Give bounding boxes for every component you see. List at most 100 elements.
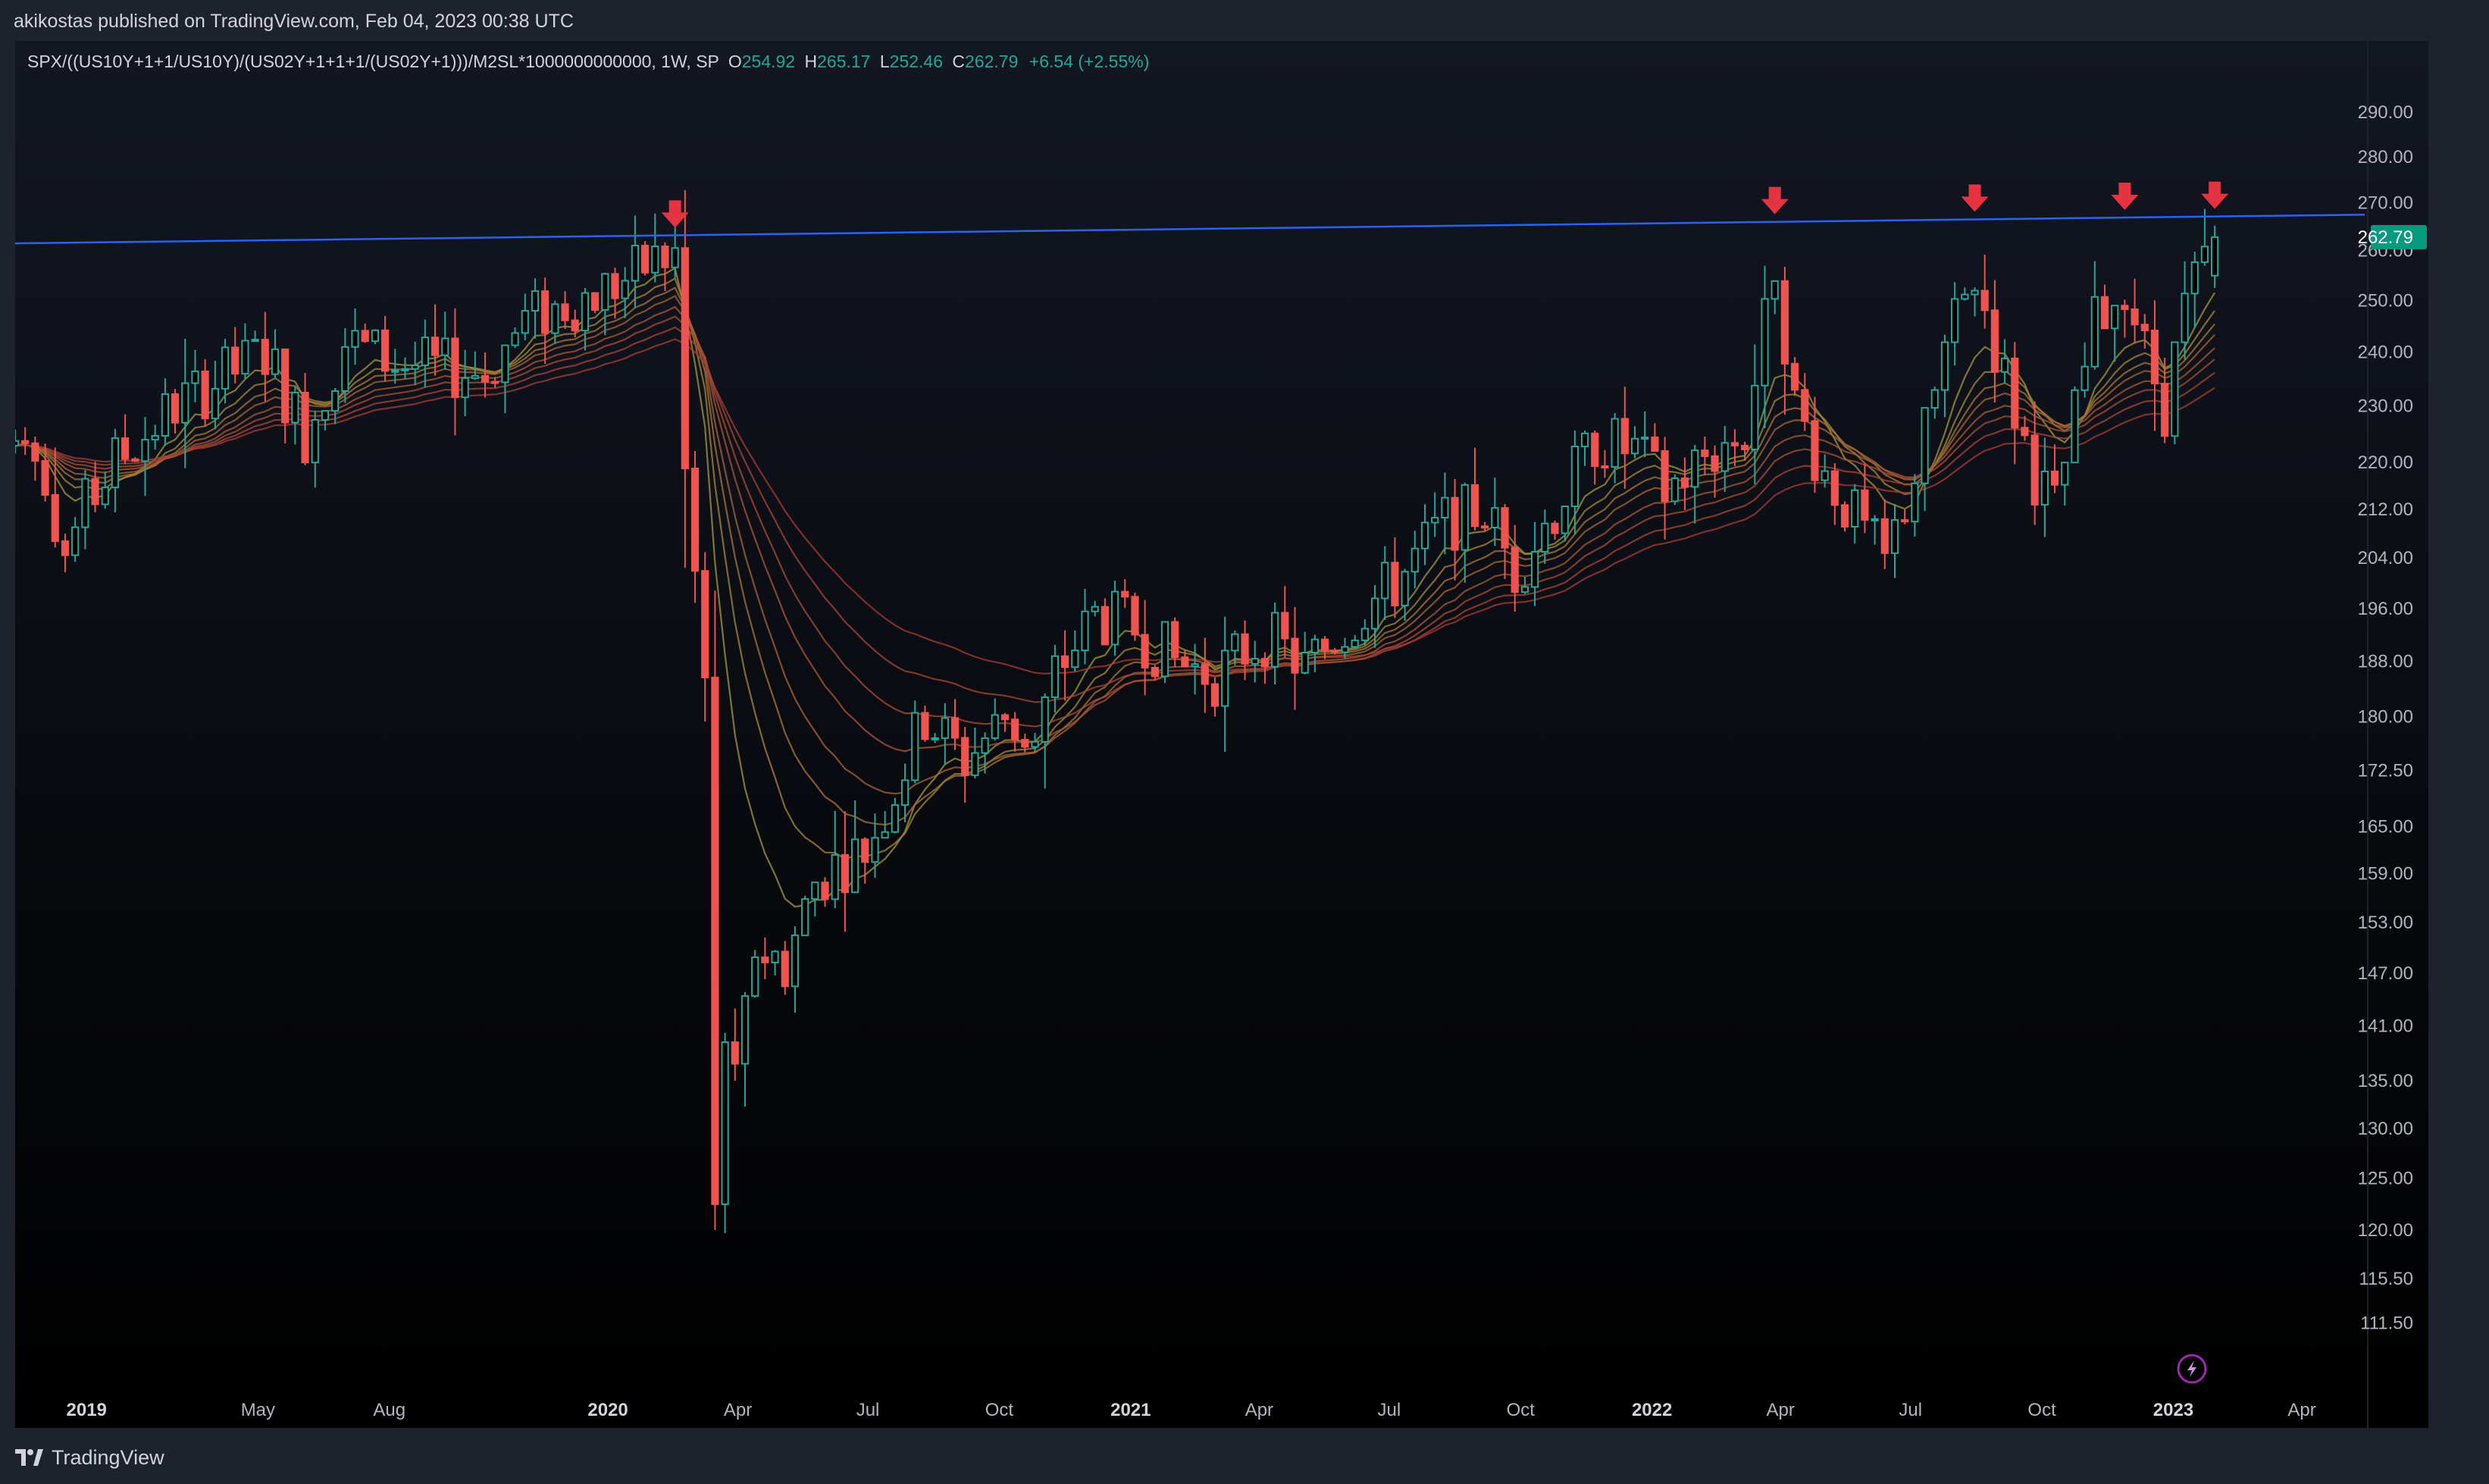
- y-tick-label: 130.00: [2358, 1119, 2413, 1139]
- candle-down: [571, 319, 579, 332]
- candle-up: [1091, 606, 1099, 612]
- price-chart[interactable]: 290.00280.00270.00260.00250.00240.00230.…: [15, 41, 2428, 1428]
- candle-up: [351, 330, 359, 348]
- candle-down: [1451, 496, 1459, 551]
- open-label: O: [728, 52, 742, 71]
- candle-up: [881, 831, 889, 839]
- candle-down: [1281, 612, 1289, 640]
- y-tick-label: 196.00: [2358, 599, 2413, 619]
- candle-up: [2040, 470, 2049, 506]
- y-tick-label: 290.00: [2358, 102, 2413, 123]
- candle-down: [950, 717, 960, 739]
- x-tick-label: 2023: [2153, 1400, 2193, 1420]
- candle-up: [501, 344, 509, 384]
- candle-up: [181, 382, 189, 424]
- x-tick-label: 2021: [1110, 1400, 1151, 1420]
- candle-down: [2121, 305, 2129, 311]
- candle-down: [611, 273, 619, 299]
- candle-up: [2171, 341, 2179, 437]
- candle-down: [821, 881, 829, 900]
- candle-down: [681, 247, 689, 470]
- chart-pane[interactable]: 290.00 280.00 270.00 260.00 250.00 240.00 230.…: [15, 41, 2428, 1428]
- low-label: L: [879, 52, 890, 71]
- candle-down: [281, 348, 290, 424]
- candle-down: [1901, 519, 1909, 523]
- candle-up: [371, 329, 379, 343]
- candle-up: [1570, 446, 1579, 508]
- candle-up: [2061, 462, 2069, 486]
- candle-down: [201, 370, 209, 420]
- candle-down: [2150, 330, 2159, 385]
- symbol-name[interactable]: SPX/((US10Y+1+1/US10Y)/(US02Y+1+1+1/(US0…: [27, 52, 719, 71]
- candle-down: [1601, 465, 1609, 469]
- candle-up: [101, 487, 109, 506]
- tradingview-logo[interactable]: TradingView: [14, 1445, 164, 1470]
- y-tick-label: 125.00: [2358, 1169, 2413, 1189]
- candle-up: [991, 714, 999, 739]
- candle-down: [451, 337, 459, 399]
- candle-up: [871, 837, 879, 863]
- candle-up: [191, 370, 199, 384]
- x-tick-label: Apr: [2287, 1400, 2315, 1420]
- candle-up: [811, 881, 819, 900]
- candle-down: [1061, 655, 1069, 668]
- candle-down: [1680, 477, 1689, 488]
- candle-up: [271, 348, 280, 375]
- candle-up: [1360, 628, 1369, 641]
- candle-down: [491, 380, 499, 384]
- candle-up: [2001, 357, 2009, 373]
- published-by-text: akikostas published on TradingView.com, …: [14, 11, 574, 32]
- candle-up: [751, 956, 759, 997]
- candle-down: [661, 246, 669, 268]
- candle-up: [971, 752, 979, 776]
- candle-down: [591, 292, 600, 311]
- candle-up: [1351, 639, 1359, 648]
- candle-up: [71, 526, 80, 556]
- candle-up: [1071, 650, 1079, 668]
- candle-up: [1641, 437, 1649, 440]
- candle-down: [2030, 434, 2039, 506]
- candle-down: [921, 712, 929, 740]
- y-tick-label: 120.00: [2358, 1220, 2413, 1241]
- candle-up: [2071, 389, 2079, 464]
- candle-up: [941, 717, 949, 739]
- close-label: C: [952, 52, 966, 71]
- candle-down: [1861, 489, 1869, 521]
- y-tick-label: 212.00: [2358, 499, 2413, 520]
- candle-down: [1661, 449, 1669, 502]
- candle-up: [2111, 305, 2119, 330]
- candle-up: [1561, 506, 1569, 534]
- candle-up: [141, 439, 149, 462]
- candle-down: [690, 468, 700, 572]
- candle-down: [1021, 738, 1029, 748]
- candle-down: [481, 374, 490, 383]
- candle-down: [91, 477, 99, 506]
- x-tick-label: Jul: [1378, 1400, 1401, 1420]
- candle-up: [651, 246, 659, 274]
- open-value: 254.92: [741, 52, 796, 71]
- candle-up: [311, 419, 319, 464]
- candle-up: [671, 247, 679, 268]
- candle-up: [411, 365, 419, 370]
- tradingview-brand: TradingView: [52, 1445, 164, 1469]
- close-value: 262.79: [965, 52, 1019, 71]
- candle-up: [1580, 432, 1589, 448]
- candle-down: [2050, 470, 2059, 486]
- candle-up: [1520, 586, 1529, 593]
- candle-up: [2211, 236, 2219, 277]
- x-tick-label: Apr: [724, 1400, 752, 1420]
- candle-up: [1081, 610, 1089, 652]
- candle-down: [1980, 290, 1989, 312]
- x-tick-label: Oct: [985, 1400, 1014, 1420]
- tradingview-logo-icon: [15, 1449, 43, 1466]
- candle-up: [1401, 571, 1409, 607]
- candle-up: [1630, 437, 1639, 455]
- candle-up: [1160, 621, 1169, 678]
- x-tick-label: Aug: [373, 1400, 405, 1420]
- candle-down: [1481, 525, 1489, 529]
- candle-up: [1911, 482, 1919, 523]
- candle-up: [1251, 658, 1259, 665]
- candle-down: [640, 245, 650, 274]
- candle-up: [1770, 280, 1779, 300]
- candle-down: [231, 346, 240, 375]
